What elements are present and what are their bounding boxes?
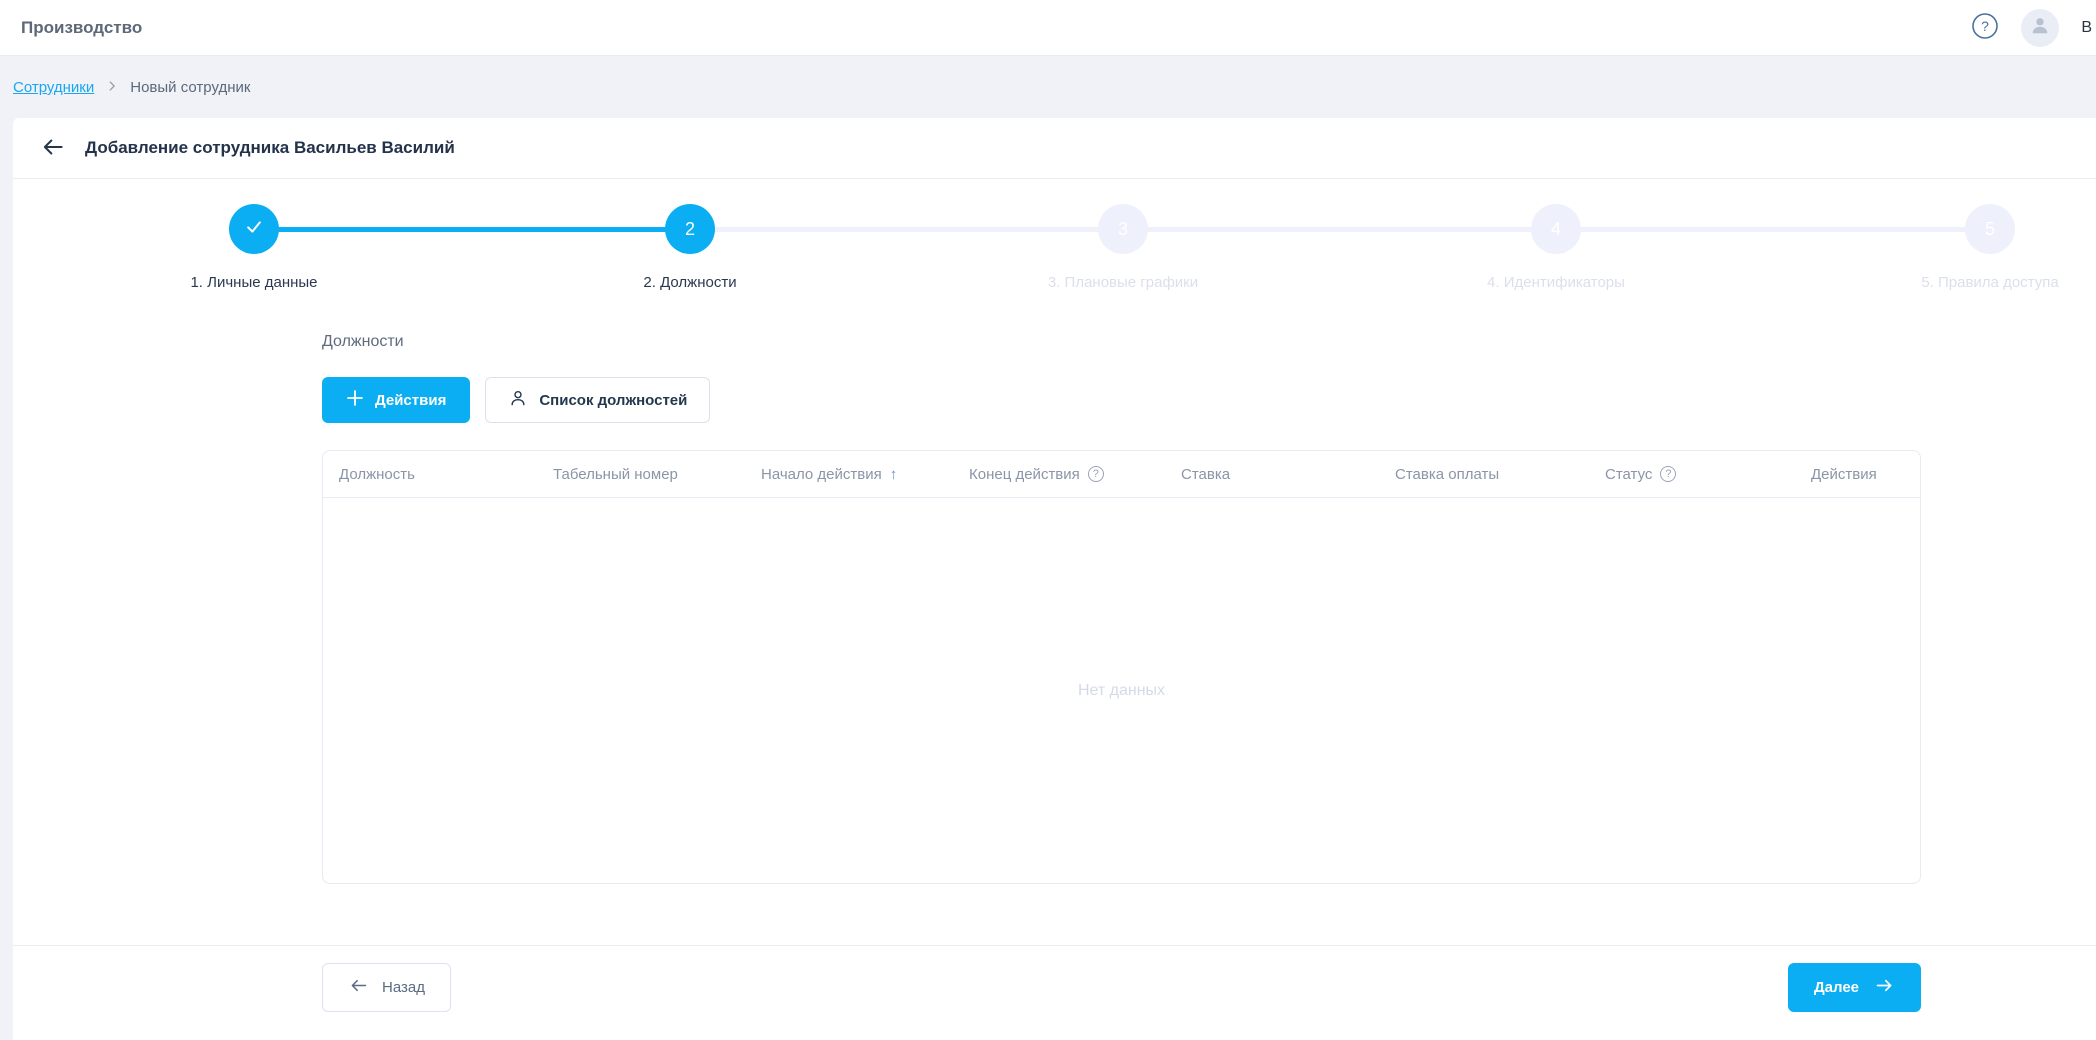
breadcrumb-link-employees[interactable]: Сотрудники: [13, 79, 94, 96]
app-window: Производство ? В Сотрудники Новый сотруд…: [0, 0, 2096, 1040]
step-number: 3: [1118, 219, 1128, 240]
top-bar: Производство ? В: [0, 0, 2096, 56]
col-personnel-number: Табельный номер: [537, 466, 745, 483]
arrow-right-icon: [1874, 975, 1895, 1000]
next-step-button-label: Далее: [1814, 979, 1859, 996]
wizard-stepper: 1. Личные данные 2 2. Должности 3 3. Пла…: [13, 179, 2096, 303]
step-label: 5. Правила доступа: [1860, 274, 2096, 291]
toolbar: Действия Список должностей: [322, 377, 1921, 423]
chevron-right-icon: [105, 79, 119, 97]
col-end-date: Конец действия ?: [953, 466, 1165, 483]
breadcrumb: Сотрудники Новый сотрудник: [0, 57, 2096, 118]
page-title: Добавление сотрудника Васильев Василий: [85, 138, 455, 158]
card-header: Добавление сотрудника Васильев Василий: [13, 118, 2096, 179]
check-icon: [244, 217, 264, 242]
app-title: Производство: [21, 18, 142, 38]
actions-button[interactable]: Действия: [322, 377, 470, 423]
main-card: Добавление сотрудника Васильев Василий 1…: [13, 118, 2096, 1040]
step-number: 2: [685, 219, 695, 240]
positions-table: Должность Табельный номер Начало действи…: [322, 450, 1921, 884]
help-button[interactable]: ?: [1971, 14, 1999, 42]
back-button[interactable]: [40, 134, 66, 163]
step-number: 4: [1551, 219, 1561, 240]
wizard-footer: Назад Далее: [13, 946, 2096, 1012]
col-position: Должность: [323, 466, 537, 483]
topbar-right: ? В: [1971, 9, 2092, 47]
sort-ascending-icon[interactable]: ↑: [890, 466, 898, 483]
step-circle-pending: 3: [1098, 204, 1148, 254]
col-pay-rate: Ставка оплаты: [1379, 466, 1589, 483]
col-rate: Ставка: [1165, 466, 1379, 483]
step-label: 1. Личные данные: [124, 274, 384, 291]
step-planned-schedules[interactable]: 3 3. Плановые графики: [993, 204, 1253, 291]
step-label: 2. Должности: [560, 274, 820, 291]
step-positions[interactable]: 2 2. Должности: [560, 204, 820, 291]
step-circle-pending: 5: [1965, 204, 2015, 254]
help-icon[interactable]: ?: [1088, 466, 1104, 482]
svg-text:?: ?: [1981, 18, 1989, 34]
arrow-left-icon: [348, 975, 369, 1000]
positions-list-button[interactable]: Список должностей: [485, 377, 710, 423]
table-header: Должность Табельный номер Начало действи…: [323, 451, 1920, 498]
step-circle-active: 2: [665, 204, 715, 254]
table-body-empty: Нет данных: [323, 498, 1920, 883]
positions-list-button-label: Список должностей: [539, 392, 687, 409]
help-icon[interactable]: ?: [1660, 466, 1676, 482]
step-identifiers[interactable]: 4 4. Идентификаторы: [1426, 204, 1686, 291]
plus-icon: [346, 389, 364, 411]
user-avatar[interactable]: [2021, 9, 2059, 47]
person-icon: [508, 388, 528, 412]
step-label: 4. Идентификаторы: [1426, 274, 1686, 291]
col-actions: Действия: [1795, 466, 1920, 483]
actions-button-label: Действия: [375, 392, 446, 409]
col-status: Статус ?: [1589, 466, 1795, 483]
col-start-date[interactable]: Начало действия ↑: [745, 466, 953, 483]
step-personal-data[interactable]: 1. Личные данные: [124, 204, 384, 291]
next-step-button[interactable]: Далее: [1788, 963, 1921, 1012]
step-content: Должности Действия Список должностей: [13, 333, 2096, 884]
step-label: 3. Плановые графики: [993, 274, 1253, 291]
step-circle-completed: [229, 204, 279, 254]
step-access-rules[interactable]: 5 5. Правила доступа: [1860, 204, 2096, 291]
arrow-left-icon: [40, 134, 66, 163]
back-step-button[interactable]: Назад: [322, 963, 451, 1012]
step-number: 5: [1985, 219, 1995, 240]
user-name[interactable]: В: [2081, 19, 2092, 37]
person-icon: [2029, 14, 2051, 41]
breadcrumb-current: Новый сотрудник: [130, 79, 250, 96]
empty-state-text: Нет данных: [1078, 682, 1165, 700]
back-step-button-label: Назад: [382, 979, 425, 996]
step-circle-pending: 4: [1531, 204, 1581, 254]
section-title: Должности: [322, 333, 1921, 351]
question-circle-icon: ?: [1971, 12, 1999, 43]
